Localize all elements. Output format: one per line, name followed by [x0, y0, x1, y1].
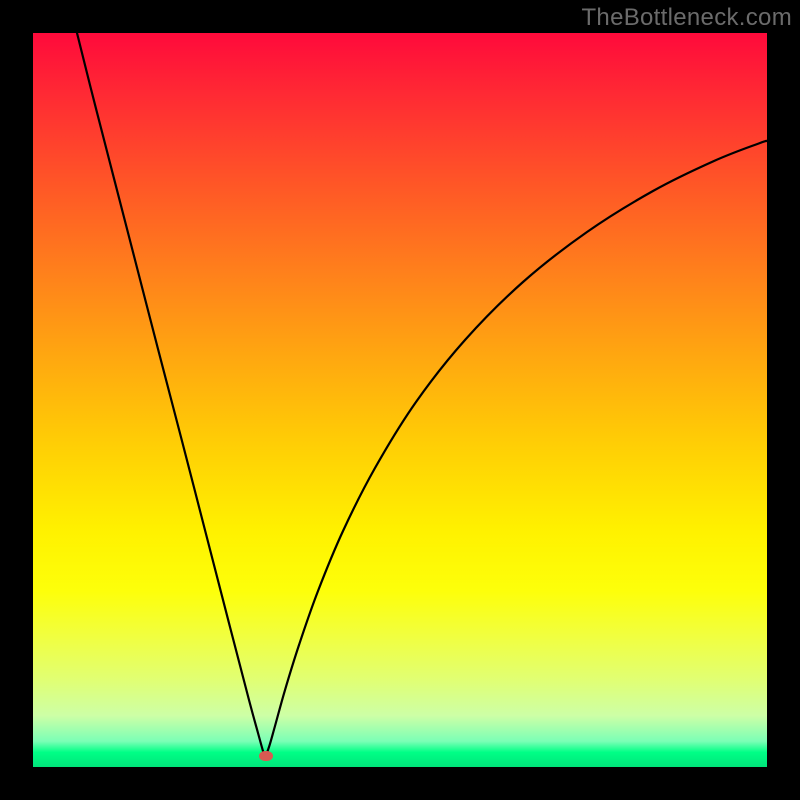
- curve-layer: [33, 33, 767, 767]
- minimum-marker: [259, 751, 273, 761]
- chart-frame: TheBottleneck.com: [0, 0, 800, 800]
- bottleneck-curve: [76, 29, 767, 756]
- attribution-label: TheBottleneck.com: [581, 4, 792, 32]
